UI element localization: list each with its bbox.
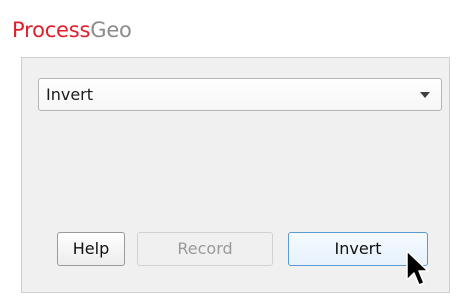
processgeo-window: ProcessGeo Invert Help Record Invert: [0, 0, 461, 303]
mouse-pointer-icon: [406, 250, 429, 286]
record-button[interactable]: Record: [137, 232, 273, 266]
app-title: ProcessGeo: [12, 18, 132, 42]
chevron-down-icon: [420, 92, 430, 98]
operation-dropdown[interactable]: Invert: [38, 78, 442, 111]
operation-dropdown-value: Invert: [46, 85, 94, 104]
help-button[interactable]: Help: [57, 232, 125, 266]
operation-panel: Invert Help Record Invert: [21, 57, 450, 293]
app-title-process: Process: [12, 18, 91, 42]
app-title-geo: Geo: [90, 18, 132, 42]
